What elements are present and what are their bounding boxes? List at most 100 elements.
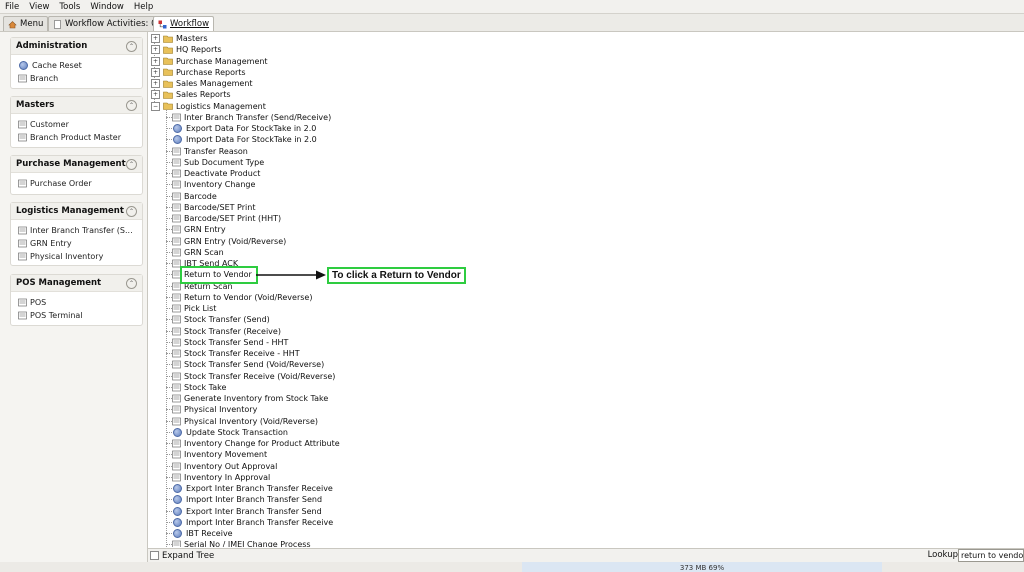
tab-workflow[interactable]: Workflow xyxy=(153,16,215,31)
tree-item[interactable]: Stock Transfer (Send) xyxy=(172,314,270,325)
tree-item[interactable]: Inventory Change for Product Attribute xyxy=(172,438,340,449)
tree-item[interactable]: Serial No / IMEI Change Process xyxy=(172,539,311,547)
collapse-icon[interactable]: ⌃ xyxy=(126,99,137,111)
menu-window[interactable]: Window xyxy=(85,2,129,12)
tab-workflow-activities[interactable]: Workflow Activities: 0 xyxy=(48,16,162,31)
form-icon xyxy=(172,225,181,234)
tree-folder-purchase-reports[interactable]: + Purchase Reports xyxy=(151,67,246,78)
sidebar-item-purchase-order[interactable]: Purchase Order xyxy=(11,177,142,190)
form-icon xyxy=(172,439,181,448)
tree-item[interactable]: Barcode/SET Print (HHT) xyxy=(172,213,281,224)
tree-item[interactable]: Stock Transfer Send (Void/Reverse) xyxy=(172,359,324,370)
tree-item[interactable]: Inventory Movement xyxy=(172,449,267,460)
menu-file[interactable]: File xyxy=(0,2,24,12)
tree-item[interactable]: Generate Inventory from Stock Take xyxy=(172,393,328,404)
menu-help[interactable]: Help xyxy=(129,2,158,12)
panel-header[interactable]: POS Management ⌃ xyxy=(11,275,142,292)
action-dot-icon xyxy=(173,495,182,505)
lookup-input[interactable]: return to vendor xyxy=(958,549,1024,562)
sidebar-item-inter-branch-transfer[interactable]: Inter Branch Transfer (S... xyxy=(11,224,142,237)
tree-item[interactable]: Inventory Out Approval xyxy=(172,461,277,472)
sidebar-item-grn-entry[interactable]: GRN Entry xyxy=(11,237,142,250)
expand-tree-label: Expand Tree xyxy=(162,550,215,561)
tree-item[interactable]: Barcode/SET Print xyxy=(172,202,255,213)
tree-item[interactable]: Stock Take xyxy=(172,382,226,393)
sidebar-item-branch[interactable]: Branch xyxy=(11,72,142,85)
expand-toggle-icon[interactable]: + xyxy=(151,45,160,55)
tree-item[interactable]: Sub Document Type xyxy=(172,157,264,168)
tree-item[interactable]: Stock Transfer Send - HHT xyxy=(172,337,288,348)
tree-item[interactable]: Stock Transfer (Receive) xyxy=(172,326,281,337)
tree-item[interactable]: Physical Inventory (Void/Reverse) xyxy=(172,416,318,427)
tree-folder-label: Masters xyxy=(176,34,208,43)
tree-item[interactable]: IBT Receive xyxy=(172,528,233,539)
form-icon xyxy=(18,252,27,261)
tree-item[interactable]: Update Stock Transaction xyxy=(172,427,288,438)
form-icon xyxy=(172,147,181,156)
tree-item[interactable]: Barcode xyxy=(172,191,217,202)
tree-item[interactable]: Export Inter Branch Transfer Send xyxy=(172,506,322,517)
sidebar-item-branch-product-master[interactable]: Branch Product Master xyxy=(11,131,142,144)
menu-tools[interactable]: Tools xyxy=(54,2,85,12)
expand-toggle-icon[interactable]: + xyxy=(151,56,160,66)
tree-item[interactable]: Export Data For StockTake in 2.0 xyxy=(172,123,316,134)
expand-toggle-icon[interactable]: + xyxy=(151,79,160,88)
tree-footer: Expand Tree Lookup return to vendor xyxy=(148,548,1024,562)
action-dot-icon xyxy=(173,517,182,527)
tree-item[interactable]: Deactivate Product xyxy=(172,168,260,179)
expand-toggle-icon[interactable]: + xyxy=(151,67,160,77)
tree-item[interactable]: Return to Vendor (Void/Reverse) xyxy=(172,292,312,303)
expand-toggle-icon[interactable]: + xyxy=(151,34,160,43)
tree-item[interactable]: Import Inter Branch Transfer Send xyxy=(172,494,322,505)
sidebar-item-cache-reset[interactable]: Cache Reset xyxy=(11,59,142,72)
panel-header[interactable]: Logistics Management ⌃ xyxy=(11,203,142,220)
panel-header[interactable]: Masters ⌃ xyxy=(11,97,142,114)
sidebar-item-customer[interactable]: Customer xyxy=(11,118,142,131)
expand-tree-checkbox[interactable] xyxy=(150,551,159,560)
collapse-icon[interactable]: ⌃ xyxy=(126,205,137,217)
tree-item[interactable]: Export Inter Branch Transfer Receive xyxy=(172,483,333,494)
tree-folder-label: Purchase Management xyxy=(176,56,268,66)
tree-folder-masters[interactable]: + Masters xyxy=(151,33,208,44)
collapse-icon[interactable]: ⌃ xyxy=(126,40,137,52)
tree-item[interactable]: GRN Scan xyxy=(172,247,224,258)
menu-view[interactable]: View xyxy=(24,2,54,12)
collapse-toggle-icon[interactable]: − xyxy=(151,101,160,111)
tree-item[interactable]: GRN Entry xyxy=(172,224,226,235)
tree-item[interactable]: Inventory In Approval xyxy=(172,472,270,483)
tree-folder-sales-reports[interactable]: + Sales Reports xyxy=(151,89,231,100)
tree-folder-sales-management[interactable]: + Sales Management xyxy=(151,78,253,89)
panel-logistics-management: Logistics Management ⌃ Inter Branch Trans… xyxy=(10,202,143,266)
form-icon xyxy=(172,237,181,246)
action-dot-icon xyxy=(173,427,182,437)
tree-item-label: Physical Inventory xyxy=(184,405,258,415)
tree-item[interactable]: Stock Transfer Receive (Void/Reverse) xyxy=(172,371,335,382)
sidebar-item-pos-terminal[interactable]: POS Terminal xyxy=(11,309,142,322)
tree-item[interactable]: GRN Entry (Void/Reverse) xyxy=(172,236,286,247)
tab-menu[interactable]: Menu xyxy=(3,16,49,31)
tree-item[interactable]: Import Inter Branch Transfer Receive xyxy=(172,517,333,528)
tree-item-label: Inventory In Approval xyxy=(184,472,271,482)
tree-item[interactable]: Inter Branch Transfer (Send/Receive) xyxy=(172,112,331,123)
tree-folder-logistics-management[interactable]: − Logistics Management xyxy=(151,101,266,112)
sidebar-item-pos[interactable]: POS xyxy=(11,296,142,309)
tree-item[interactable]: Stock Transfer Receive - HHT xyxy=(172,348,300,359)
tree-folder-hq-reports[interactable]: + HQ Reports xyxy=(151,44,222,55)
tree-item[interactable]: Transfer Reason xyxy=(172,146,248,157)
collapse-icon[interactable]: ⌃ xyxy=(126,158,137,170)
annotation-callout: To click a Return to Vendor xyxy=(327,267,466,284)
collapse-icon[interactable]: ⌃ xyxy=(126,277,137,289)
panel-header[interactable]: Administration ⌃ xyxy=(11,38,142,55)
form-icon xyxy=(18,239,27,248)
tree-item-label: Barcode/SET Print (HHT) xyxy=(184,214,282,223)
form-icon xyxy=(18,226,27,235)
expand-toggle-icon[interactable]: + xyxy=(151,90,160,100)
tree-item[interactable]: Physical Inventory xyxy=(172,404,257,415)
panel-header[interactable]: Purchase Management ⌃ xyxy=(11,156,142,173)
sidebar-item-physical-inventory[interactable]: Physical Inventory xyxy=(11,250,142,263)
tree-item[interactable]: Pick List xyxy=(172,303,216,314)
tree-item[interactable]: Inventory Change xyxy=(172,179,255,190)
tree-item[interactable]: Import Data For StockTake in 2.0 xyxy=(172,134,317,145)
tree-folder-purchase-management[interactable]: + Purchase Management xyxy=(151,56,268,67)
form-icon xyxy=(172,349,181,358)
